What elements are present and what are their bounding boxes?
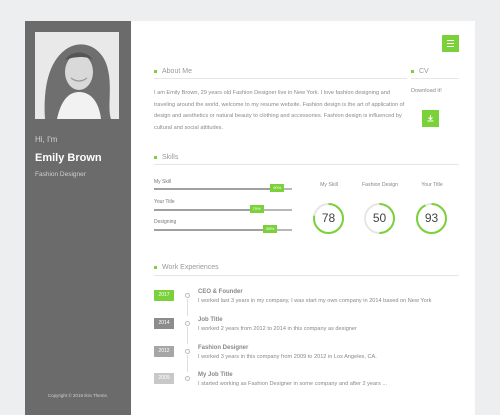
skill-circle: 50 — [363, 202, 396, 235]
year-badge: 2017 — [154, 290, 174, 301]
experience-item-desc: I worked last 3 years in my company, I w… — [198, 298, 432, 304]
timeline-dot — [185, 349, 190, 354]
skills-section-title: Skills — [154, 154, 178, 161]
skill-circle: 93 — [415, 202, 448, 235]
timeline-line — [187, 299, 188, 316]
experience-item-title: Fashion Designer — [198, 345, 249, 351]
skill-circle-value: 93 — [424, 211, 439, 225]
year-badge: 2009 — [154, 373, 174, 384]
greeting: Hi, I'm — [35, 135, 58, 144]
year-badge: 2014 — [154, 318, 174, 329]
skill-bar-fill — [154, 188, 279, 190]
menu-button[interactable] — [442, 35, 459, 52]
skill-bar-tag: 85% — [263, 225, 278, 233]
profile-role: Fashion Designer — [35, 171, 86, 178]
about-text: I am Emily Brown, 29 years old Fashion D… — [154, 90, 405, 131]
about-section-title: About Me — [154, 68, 192, 75]
profile-photo — [35, 32, 119, 119]
cv-section-title: CV — [411, 68, 429, 75]
skill-circle-value: 78 — [321, 211, 336, 225]
experience-item-desc: I started working as Fashion Designer in… — [198, 381, 388, 387]
experience-item-desc: I worked 2 years from 2012 to 2014 in th… — [198, 326, 357, 332]
experience-item-title: My Job Title — [198, 372, 233, 378]
divider — [411, 78, 459, 79]
skill-circle-label: Your Title — [421, 182, 443, 188]
menu-icon — [447, 39, 454, 49]
skill-bar: 85% — [154, 225, 292, 233]
timeline-dot — [185, 293, 190, 298]
download-label: Download it! — [411, 88, 442, 94]
profile-sidebar: Hi, I'm Emily Brown Fashion Designer Cop… — [25, 21, 131, 415]
skill-bar-label: Designing — [154, 219, 177, 225]
timeline-dot — [185, 376, 190, 381]
skill-circle: 78 — [312, 202, 345, 235]
skill-bar-tag: 90% — [270, 184, 285, 192]
download-button[interactable] — [422, 110, 439, 127]
copyright: Copyright © 2018 Ikra Theme. — [47, 393, 109, 398]
divider — [154, 164, 459, 165]
skill-bar: 90% — [154, 184, 292, 192]
download-icon — [427, 115, 434, 122]
skill-bar: 75% — [154, 205, 292, 213]
year-badge: 2012 — [154, 346, 174, 357]
skill-bar-tag: 75% — [249, 205, 264, 213]
skill-bar-fill — [154, 229, 272, 231]
experience-item-desc: I worked 3 years in this company from 20… — [198, 354, 377, 360]
cv-title: CV — [419, 68, 429, 75]
timeline-line — [187, 355, 188, 372]
divider — [154, 275, 459, 276]
experience-section-title: Work Experiences — [154, 264, 219, 271]
skill-bar-label: My Skill — [154, 179, 172, 185]
skill-circle-label: Fashion Design — [361, 182, 399, 188]
skill-circle-value: 50 — [372, 211, 387, 225]
resume-card: Hi, I'm Emily Brown Fashion Designer Cop… — [25, 21, 475, 415]
skill-bar-fill — [154, 209, 258, 211]
divider — [154, 78, 407, 79]
timeline-line — [187, 327, 188, 344]
profile-name: Emily Brown — [35, 152, 102, 164]
experience-title: Work Experiences — [162, 264, 219, 271]
timeline-dot — [185, 321, 190, 326]
skill-bar-label: Your Title — [154, 199, 175, 205]
about-title: About Me — [162, 68, 192, 75]
skills-title: Skills — [162, 154, 179, 161]
experience-item-title: Job Title — [198, 317, 223, 323]
experience-item-title: CEO & Founder — [198, 289, 243, 295]
